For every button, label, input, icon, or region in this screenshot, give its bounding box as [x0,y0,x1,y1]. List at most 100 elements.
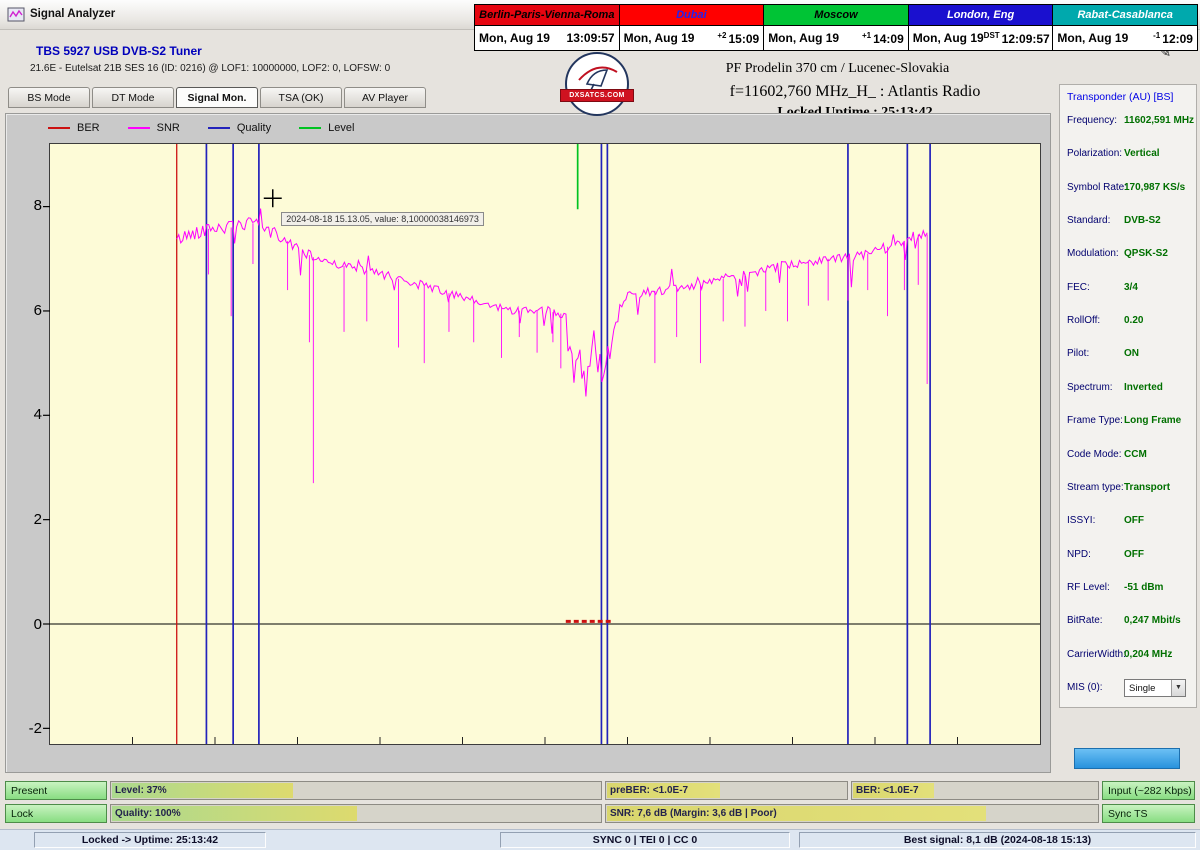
transponder-label: Frequency: [1067,115,1117,126]
clock-city-label: Dubai [620,5,764,26]
transponder-label: Code Mode: [1067,449,1121,460]
transponder-value: CCM [1124,449,1147,460]
clock-time-value: +215:09 [717,31,759,46]
clock-time-value: -112:09 [1153,31,1193,46]
y-axis-label: 0 [8,616,42,633]
tab-av-player[interactable]: AV Player [344,87,426,108]
transponder-label: Pilot: [1067,348,1089,359]
transponder-label: CarrierWidth: [1067,649,1126,660]
tuner-detail: 21.6E - Eutelsat 21B SES 16 (ID: 0216) @… [30,63,390,74]
transponder-action-button[interactable] [1074,748,1180,769]
transponder-value: 0.20 [1124,315,1143,326]
window-title: Signal Analyzer [30,8,115,20]
clock-date: Mon, Aug 19 [768,31,839,45]
statusbar-segment-1: Locked -> Uptime: 25:13:42 [34,832,266,848]
plot-area[interactable]: 2024-08-18 15.13.05, value: 8,1000003814… [49,143,1041,745]
progress-label: Quality: 100% [115,808,181,819]
transponder-row-code-mode: Code Mode:CCM [1060,449,1196,469]
mis-value: Single [1129,683,1155,694]
logo-circle [565,52,629,116]
transponder-value: Long Frame [1124,415,1181,426]
clock-time: Mon, Aug 19DST12:09:57 [909,26,1053,50]
transponder-label: Spectrum: [1067,382,1113,393]
tab-dt-mode[interactable]: DT Mode [92,87,174,108]
transponder-label: FEC: [1067,282,1090,293]
transponder-value: -51 dBm [1124,582,1163,593]
clock-date: Mon, Aug 19 [913,31,984,45]
clock-utc-offset: DST [984,31,1000,40]
legend-item-quality: Quality [208,122,271,134]
status-flag-input-282-kbps: Input (~282 Kbps) [1102,781,1195,800]
y-axis-label: 2 [8,511,42,528]
transponder-row-standard: Standard:DVB-S2 [1060,215,1196,235]
status-flag-present: Present [5,781,107,800]
transponder-value: Transport [1124,482,1170,493]
clock-utc-offset: +1 [862,31,871,40]
legend-swatch [48,127,70,129]
statusbar-segment-3: Best signal: 8,1 dB (2024-08-18 15:13) [799,832,1196,848]
transponder-label: NPD: [1067,549,1091,560]
status-flag-sync-ts: Sync TS [1102,804,1195,823]
transponder-value: DVB-S2 [1124,215,1161,226]
legend-label: Quality [237,122,271,134]
mis-select[interactable]: Single ▼ [1124,679,1186,697]
transponder-value: 0,204 MHz [1124,649,1172,660]
clock-date: Mon, Aug 19 [479,31,550,45]
signal-plot-svg [50,144,1040,744]
transponder-row-pilot: Pilot:ON [1060,348,1196,368]
progress-label: BER: <1.0E-7 [856,785,919,796]
status-row-2: Lock Quality: 100% SNR: 7,6 dB (Margin: 3,… [5,804,1195,823]
dxsatcs-logo: DXSATCS.COM [565,52,629,116]
transponder-label: Stream type: [1067,482,1124,493]
transponder-row-issyi: ISSYI:OFF [1060,515,1196,535]
frequency-station-text: f=11602,760 MHz_H_ : Atlantis Radio [600,83,1110,101]
legend-item-ber: BER [48,122,100,134]
transponder-row-rf-level: RF Level:-51 dBm [1060,582,1196,602]
clock-date: Mon, Aug 19 [1057,31,1128,45]
clock-city-label: Rabat-Casablanca [1053,5,1197,26]
legend-label: Level [328,122,354,134]
transponder-label: RollOff: [1067,315,1100,326]
transponder-label: Polarization: [1067,148,1122,159]
transponder-value: Vertical [1124,148,1160,159]
status-progressbar-ber: BER: <1.0E-7 [851,781,1099,800]
y-axis-label: 8 [8,197,42,214]
legend-label: SNR [157,122,180,134]
clock-rabat-casablanca: Rabat-Casablanca Mon, Aug 19 -112:09 [1052,5,1197,50]
transponder-label: Modulation: [1067,248,1119,259]
logo-ribbon: DXSATCS.COM [560,89,634,102]
clock-utc-offset: +2 [717,31,726,40]
clock-time: Mon, Aug 19+215:09 [620,26,764,50]
legend-item-level: Level [299,122,354,134]
status-flag-lock: Lock [5,804,107,823]
legend-swatch [208,127,230,129]
tab-signal-mon[interactable]: Signal Mon. [176,87,258,108]
chart-panel: BER SNR Quality Level 2024-08-18 15.13.05, … [5,113,1051,773]
clock-city-label: London, Eng [909,5,1053,26]
transponder-row-bitrate: BitRate:0,247 Mbit/s [1060,615,1196,635]
transponder-row-symbol-rate: Symbol Rate:170,987 KS/s [1060,182,1196,202]
transponder-row-modulation: Modulation:QPSK-S2 [1060,248,1196,268]
clock-time: Mon, Aug 19 +114:09 [764,26,908,50]
legend-item-snr: SNR [128,122,180,134]
chart-legend: BER SNR Quality Level [48,119,354,137]
transponder-row-npd: NPD:OFF [1060,549,1196,569]
legend-label: BER [77,122,100,134]
transponder-label: Symbol Rate: [1067,182,1127,193]
status-progressbar-preber: preBER: <1.0E-7 [605,781,848,800]
transponder-value: 170,987 KS/s [1124,182,1185,193]
progress-label: Level: 37% [115,785,167,796]
transponder-label: Frame Type: [1067,415,1123,426]
clock-time-value: +114:09 [862,31,904,46]
transponder-row-stream-type: Stream type:Transport [1060,482,1196,502]
tab-tsa-ok[interactable]: TSA (OK) [260,87,342,108]
transponder-label: BitRate: [1067,615,1103,626]
clock-city-label: Moscow [764,5,908,26]
tab-bs-mode[interactable]: BS Mode [8,87,90,108]
status-bar: Locked -> Uptime: 25:13:42SYNC 0 | TEI 0… [0,829,1200,850]
transponder-panel: Transponder (AU) [BS] Frequency:11602,59… [1059,84,1197,708]
transponder-row-rolloff: RollOff: 0.20 [1060,315,1196,335]
world-clocks: Berlin-Paris-Vienna-RomaMon, Aug 1913:09… [474,4,1198,51]
clock-utc-offset: -1 [1153,31,1160,40]
progress-label: SNR: 7,6 dB (Margin: 3,6 dB | Poor) [610,808,777,819]
